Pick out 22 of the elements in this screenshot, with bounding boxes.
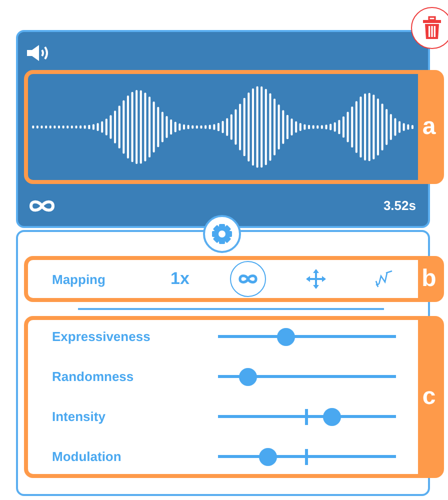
slider-thumb[interactable] xyxy=(258,448,277,466)
slider-label: Intensity xyxy=(52,409,106,424)
slider-thumb[interactable] xyxy=(322,408,341,426)
settings-icon xyxy=(211,223,233,245)
callout-label: c xyxy=(418,320,440,474)
slider-label: Expressiveness xyxy=(52,329,152,344)
mapping-option[interactable]: 1x xyxy=(162,261,198,297)
mapping-option[interactable] xyxy=(230,261,266,297)
slider-thumb[interactable] xyxy=(239,368,258,386)
slider-label: Modulation xyxy=(52,449,122,464)
move-icon xyxy=(306,269,326,289)
infinity-icon xyxy=(237,273,259,285)
settings-button[interactable] xyxy=(203,215,241,253)
squiggle-icon xyxy=(374,269,394,289)
trash-icon xyxy=(421,16,443,40)
duration-text: 3.52s xyxy=(383,198,416,213)
mapping-label: Mapping xyxy=(52,272,106,286)
callout-label: b xyxy=(418,260,440,298)
callout-label: a xyxy=(418,74,440,180)
slider-thumb[interactable] xyxy=(276,328,295,346)
delete-button[interactable] xyxy=(411,7,448,49)
slider-label: Randomness xyxy=(52,369,135,384)
